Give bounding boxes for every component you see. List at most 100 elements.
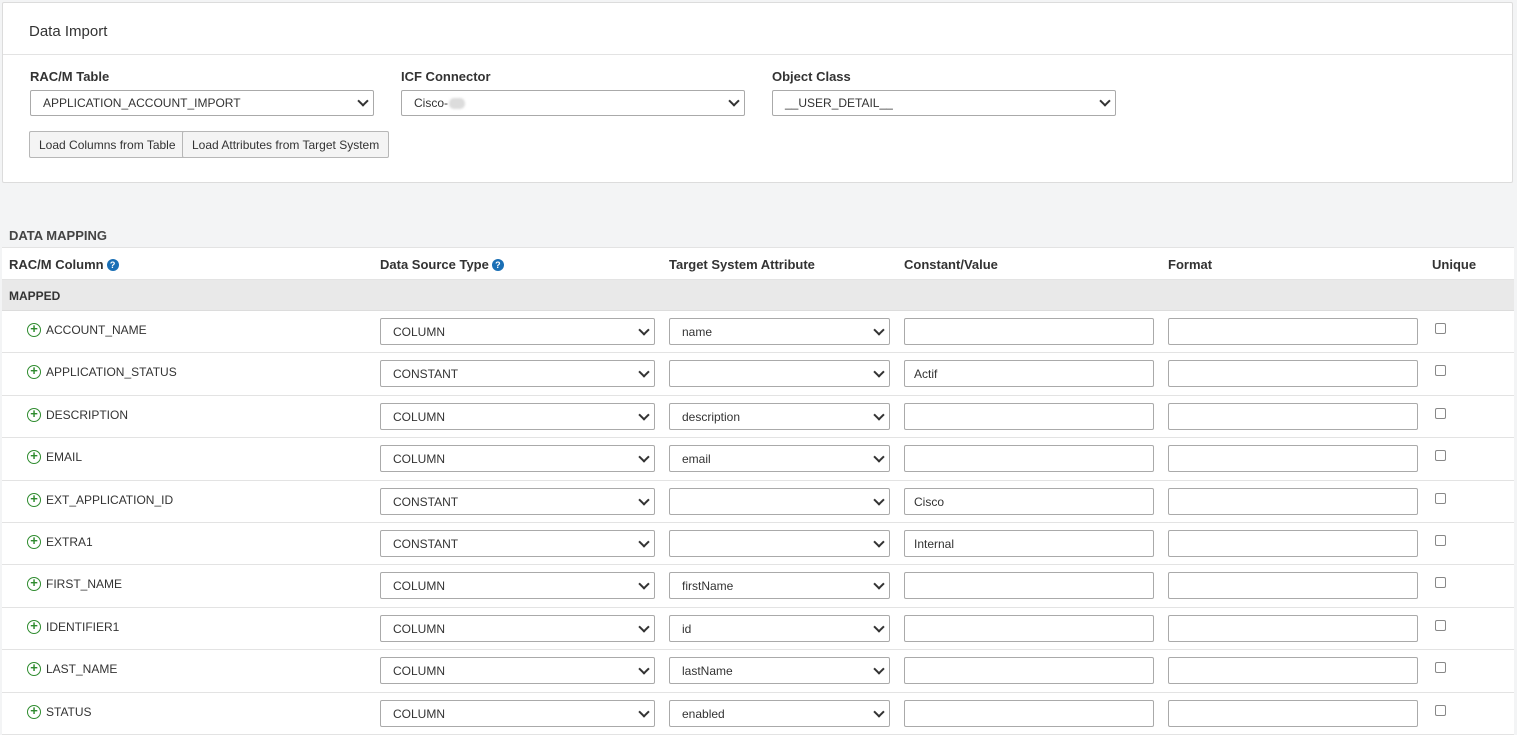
constant-value-input[interactable] [904,572,1154,600]
format-input[interactable] [1168,318,1418,345]
table-row: + EXTRA1 CONSTANT Internal [2,523,1514,566]
data-source-type-value: COLUMN [393,579,446,594]
data-source-type-select[interactable]: COLUMN [380,614,655,642]
target-attribute-value: id [682,621,692,636]
plus-circle-icon[interactable]: + [27,322,41,337]
format-input[interactable] [1168,699,1418,727]
target-attribute-value: description [682,409,741,424]
data-source-type-select[interactable]: COLUMN [380,402,655,430]
question-circle-icon[interactable]: ? [106,259,119,271]
data-source-type-select[interactable]: CONSTANT [380,487,655,515]
format-input[interactable] [1168,360,1418,388]
icf-connector-label: ICF Connector [401,69,491,84]
table-row: + STATUS COLUMN enabled [2,693,1514,735]
data-source-type-value: COLUMN [393,325,446,339]
target-attribute-select[interactable] [669,360,890,388]
constant-value-input[interactable]: Cisco [904,487,1154,515]
target-attribute-select[interactable] [669,487,890,515]
mapping-rows: + ACCOUNT_NAME COLUMN name + APPLICATION_STAT… [2,311,1514,735]
format-input[interactable] [1168,614,1418,642]
unique-checkbox[interactable] [1435,450,1446,462]
data-source-type-select[interactable]: COLUMN [380,699,655,727]
racm-column-cell: + DESCRIPTION [27,407,128,422]
format-input[interactable] [1168,487,1418,515]
target-attribute-value: email [682,452,711,467]
unique-checkbox[interactable] [1435,492,1446,504]
constant-value-input[interactable] [904,445,1154,473]
racm-column-name: EXTRA1 [46,534,93,549]
load-attributes-button[interactable]: Load Attributes from Target System [182,131,390,158]
constant-value-text: Cisco [914,494,945,509]
table-row: + APPLICATION_STATUS CONSTANT Actif [2,353,1514,396]
group-row-mapped: MAPPED [2,280,1514,311]
constant-value-input[interactable] [904,318,1154,345]
unique-checkbox[interactable] [1435,365,1446,377]
data-source-type-value: COLUMN [393,452,446,467]
plus-circle-icon[interactable]: + [27,407,41,422]
format-input[interactable] [1168,657,1418,685]
racm-table-select[interactable]: APPLICATION_ACCOUNT_IMPORT [30,90,374,116]
unique-checkbox[interactable] [1435,534,1446,546]
header-format: Format [1168,257,1213,272]
constant-value-input[interactable] [904,699,1154,727]
data-source-type-select[interactable]: CONSTANT [380,360,655,388]
chevron-down-icon [638,324,650,336]
table-row: + EXT_APPLICATION_ID CONSTANT Cisco [2,481,1514,523]
racm-column-cell: + EXTRA1 [27,534,93,549]
constant-value-input[interactable] [904,657,1154,685]
plus-circle-icon[interactable]: + [27,704,41,719]
racm-column-cell: + EMAIL [27,449,82,465]
plus-circle-icon[interactable]: + [27,492,41,507]
chevron-down-icon [638,663,650,675]
chevron-down-icon [638,705,650,718]
format-input[interactable] [1168,445,1418,473]
data-mapping-title: DATA MAPPING [9,228,107,243]
target-attribute-select[interactable]: name [669,318,890,345]
question-circle-icon[interactable]: ? [491,259,504,271]
target-attribute-select[interactable] [669,529,890,557]
racm-table-field: RAC/M Table APPLICATION_ACCOUNT_IMPORT [30,69,374,116]
mapping-table: RAC/M Column? Data Source Type? Target S… [2,247,1514,735]
data-source-type-select[interactable]: COLUMN [380,445,655,473]
table-row: + DESCRIPTION COLUMN description [2,396,1514,439]
plus-circle-icon[interactable]: + [27,661,41,677]
data-source-type-select[interactable]: COLUMN [380,657,655,685]
constant-value-input[interactable] [904,402,1154,430]
plus-circle-icon[interactable]: + [27,619,41,634]
racm-column-cell: + APPLICATION_STATUS [27,364,177,380]
constant-value-input[interactable]: Internal [904,529,1154,557]
object-class-select[interactable]: __USER_DETAIL__ [772,90,1116,116]
data-source-type-select[interactable]: CONSTANT [380,529,655,557]
target-attribute-select[interactable]: lastName [669,657,890,685]
unique-checkbox[interactable] [1435,662,1446,674]
target-attribute-select[interactable]: firstName [669,572,890,600]
load-columns-button[interactable]: Load Columns from Table [29,131,186,158]
unique-checkbox[interactable] [1435,577,1446,589]
chevron-down-icon [638,536,650,548]
data-source-type-select[interactable]: COLUMN [380,572,655,600]
target-attribute-select[interactable]: description [669,402,890,430]
header-constant-value: Constant/Value [904,257,998,272]
racm-column-name: STATUS [46,704,92,719]
unique-checkbox[interactable] [1435,704,1446,716]
constant-value-input[interactable] [904,614,1154,642]
target-attribute-select[interactable]: id [669,614,890,642]
constant-value-input[interactable]: Actif [904,360,1154,388]
format-input[interactable] [1168,529,1418,557]
chevron-down-icon [638,366,650,379]
chevron-down-icon [873,705,885,718]
target-attribute-value: lastName [682,664,733,679]
unique-checkbox[interactable] [1435,619,1446,631]
format-input[interactable] [1168,402,1418,430]
data-source-type-select[interactable]: COLUMN [380,318,655,345]
plus-circle-icon[interactable]: + [27,364,41,380]
format-input[interactable] [1168,572,1418,600]
target-attribute-select[interactable]: email [669,445,890,473]
unique-checkbox[interactable] [1435,407,1446,419]
plus-circle-icon[interactable]: + [27,534,41,549]
plus-circle-icon[interactable]: + [27,449,41,465]
unique-checkbox[interactable] [1435,323,1446,334]
plus-circle-icon[interactable]: + [27,576,41,592]
icf-connector-select[interactable]: Cisco- [401,90,745,116]
target-attribute-select[interactable]: enabled [669,699,890,727]
